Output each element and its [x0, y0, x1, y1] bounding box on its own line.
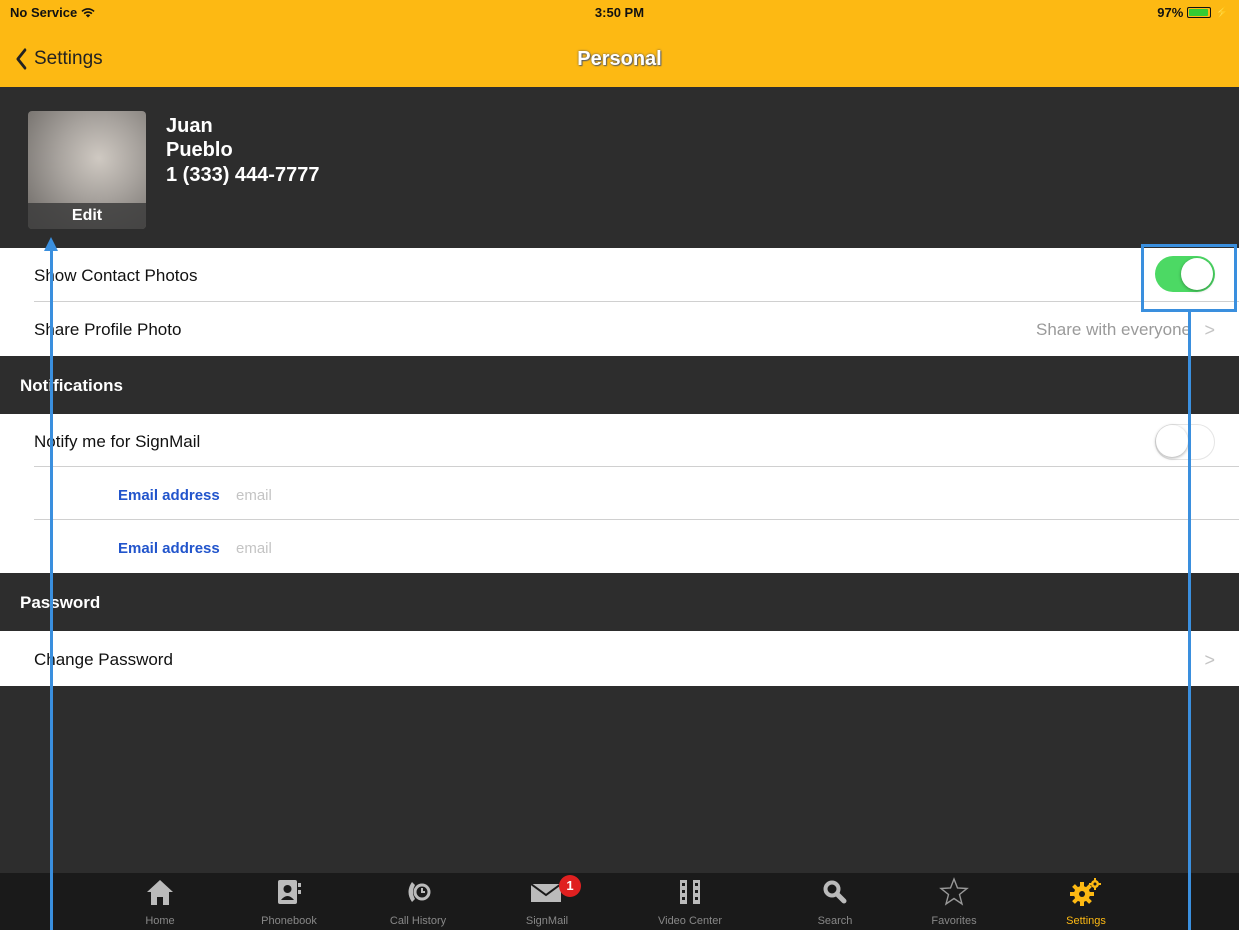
email-label-1: Email address: [118, 487, 220, 504]
tab-signmail[interactable]: 1 SignMail: [497, 873, 597, 930]
share-profile-photo-value: Share with everyone: [1036, 320, 1191, 339]
tab-search[interactable]: Search: [785, 873, 885, 930]
call-history-icon: [368, 876, 468, 908]
toggle-callout-line: [1188, 312, 1191, 930]
chevron-right-icon: >: [1204, 650, 1215, 670]
notify-signmail-label: Notify me for SignMail: [34, 432, 201, 451]
password-header: Password: [20, 593, 101, 612]
section-password: Password: [0, 573, 1239, 631]
top-bar: No Service 3:50 PM 97% ⚡ Settings Person…: [0, 0, 1239, 87]
email-label-2: Email address: [118, 540, 220, 557]
page-title: Personal: [577, 48, 662, 70]
section-notifications: Notifications: [0, 356, 1239, 414]
tab-video-center-label: Video Center: [657, 915, 722, 927]
avatar[interactable]: Edit: [28, 111, 146, 229]
tab-settings[interactable]: Settings: [1036, 873, 1136, 930]
tab-home-label: Home: [145, 915, 175, 927]
tab-home[interactable]: Home: [110, 873, 210, 930]
battery-icon: [1187, 7, 1212, 18]
row-change-password[interactable]: Change Password >: [0, 631, 1239, 686]
avatar-edit-button[interactable]: Edit: [28, 203, 146, 229]
search-icon: [785, 876, 885, 908]
row-email-1: Email address email: [0, 467, 1239, 520]
gear-icon: [1036, 876, 1136, 908]
charging-icon: ⚡: [1215, 7, 1229, 19]
tab-signmail-label: SignMail: [525, 915, 569, 927]
row-notify-signmail: Notify me for SignMail: [0, 414, 1239, 467]
home-icon: [110, 876, 210, 908]
change-password-label: Change Password: [34, 650, 173, 669]
row-show-contact-photos: Show Contact Photos: [0, 248, 1239, 302]
profile-last-name: Pueblo: [166, 139, 233, 161]
avatar-callout-arrow: [44, 237, 58, 251]
tab-search-label: Search: [817, 915, 853, 927]
tab-favorites[interactable]: Favorites: [904, 873, 1004, 930]
avatar-callout-line: [50, 250, 53, 930]
chevron-right-icon: >: [1204, 320, 1215, 340]
phonebook-icon: [239, 876, 339, 908]
toggle-highlight-box: [1141, 244, 1237, 312]
row-email-2: Email address email: [0, 520, 1239, 573]
profile-first-name: Juan: [166, 115, 213, 137]
profile-header: Edit Juan Pueblo 1 (333) 444-7777: [0, 87, 1239, 248]
star-icon: [904, 876, 1004, 908]
tab-phonebook[interactable]: Phonebook: [239, 873, 339, 930]
show-contact-photos-label: Show Contact Photos: [34, 266, 198, 285]
notify-signmail-toggle[interactable]: [1155, 424, 1215, 460]
share-profile-photo-label: Share Profile Photo: [34, 320, 182, 339]
signmail-icon: [497, 876, 597, 908]
email-field-2[interactable]: email: [236, 540, 272, 557]
profile-phone: 1 (333) 444-7777: [166, 164, 320, 186]
video-center-icon: [640, 876, 740, 908]
tab-bar: Home Phonebook Call History 1 SignMail V…: [0, 873, 1239, 930]
row-share-profile-photo[interactable]: Share Profile Photo Share with everyone …: [0, 302, 1239, 356]
tab-call-history[interactable]: Call History: [368, 873, 468, 930]
tab-settings-label: Settings: [1066, 915, 1106, 927]
tab-phonebook-label: Phonebook: [261, 915, 317, 927]
tab-favorites-label: Favorites: [931, 915, 977, 927]
tab-video-center[interactable]: Video Center: [640, 873, 740, 930]
notifications-header: Notifications: [20, 376, 123, 395]
battery-percent: 97%: [1157, 5, 1184, 20]
signmail-badge: 1: [559, 875, 581, 897]
status-battery: 97% ⚡: [1157, 5, 1229, 20]
status-time: 3:50 PM: [594, 5, 645, 20]
tab-call-history-label: Call History: [389, 915, 447, 927]
email-field-1[interactable]: email: [236, 487, 272, 504]
